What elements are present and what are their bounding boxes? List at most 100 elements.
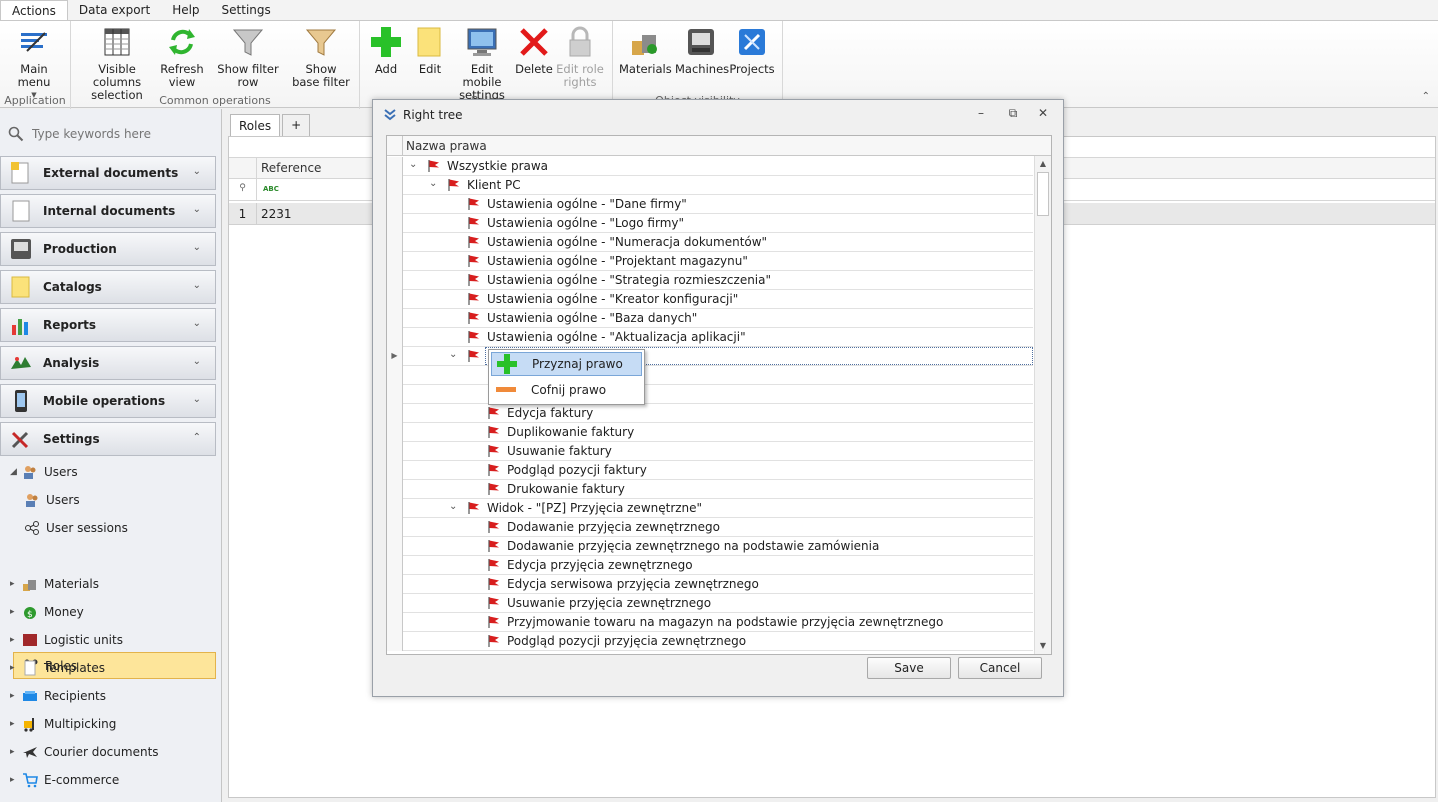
collapse-arrow-icon[interactable]: ⌄ xyxy=(429,178,437,189)
collapse-arrow-icon[interactable]: ⌄ xyxy=(449,349,457,360)
tree-row[interactable]: Ustawienia ogólne - "Logo firmy" xyxy=(387,214,1033,233)
tree-row[interactable]: Edycja faktury xyxy=(387,404,1033,423)
scroll-up-icon[interactable]: ▲ xyxy=(1035,156,1051,172)
visible-columns-button[interactable]: Visible columns selection xyxy=(79,25,155,102)
materials-button[interactable]: Materials xyxy=(619,25,672,76)
delete-button[interactable]: Delete xyxy=(514,25,554,76)
grant-right-menu-item[interactable]: Przyznaj prawo xyxy=(491,352,642,376)
tree-row[interactable]: Usuwanie faktury xyxy=(387,442,1033,461)
close-icon[interactable]: ✕ xyxy=(1035,106,1051,120)
scroll-thumb[interactable] xyxy=(1037,172,1049,216)
machines-button[interactable]: Machines xyxy=(675,25,729,76)
chevron-down-icon: ⌄ xyxy=(192,280,201,291)
module-mobile-operations[interactable]: Mobile operations ⌄ xyxy=(0,384,216,418)
tree-row[interactable]: ⌄ Klient PC xyxy=(387,176,1033,195)
collapse-arrow-icon[interactable]: ⌄ xyxy=(409,159,417,170)
tab-actions[interactable]: Actions xyxy=(0,0,68,20)
module-reports[interactable]: Reports ⌄ xyxy=(0,308,216,342)
module-internal-documents[interactable]: Internal documents ⌄ xyxy=(0,194,216,228)
tree-row[interactable]: Ustawienia ogólne - "Kreator konfiguracj… xyxy=(387,290,1033,309)
tree-row[interactable]: ⌄ Wszystkie prawa xyxy=(387,157,1033,176)
show-filter-row-button[interactable]: Show filter row xyxy=(209,25,287,89)
row-indicator xyxy=(387,309,403,328)
tree-row[interactable]: Ustawienia ogólne - "Projektant magazynu… xyxy=(387,252,1033,271)
tree-multipicking[interactable]: ▸ Multipicking xyxy=(10,711,116,737)
tree-user-sessions[interactable]: User sessions xyxy=(24,515,128,541)
tree-templates[interactable]: ▸ Templates xyxy=(10,655,105,681)
tree-row[interactable]: Drukowanie faktury xyxy=(387,480,1033,499)
revoke-right-menu-item[interactable]: Cofnij prawo xyxy=(491,378,642,402)
tree-row[interactable] xyxy=(387,366,1033,385)
tree-row[interactable]: Edycja serwisowa przyjęcia zewnętrznego xyxy=(387,575,1033,594)
tree-row[interactable]: ⌄ Widok - "[PZ] Przyjęcia zewnętrzne" xyxy=(387,499,1033,518)
edit-button[interactable]: Edit xyxy=(410,25,450,76)
refresh-view-button[interactable]: Refresh view xyxy=(159,25,205,89)
edit-mobile-settings-button[interactable]: Edit mobile settings xyxy=(452,25,512,102)
projects-button[interactable]: Projects xyxy=(729,25,775,76)
module-external-documents[interactable]: External documents ⌄ xyxy=(0,156,216,190)
tab-data-export[interactable]: Data export xyxy=(68,0,161,20)
tab-settings[interactable]: Settings xyxy=(211,0,282,20)
tree-row[interactable]: Ustawienia ogólne - "Baza danych" xyxy=(387,309,1033,328)
text-filter-icon[interactable]: ABC xyxy=(263,185,279,193)
right-tree-dialog: Right tree – ⧉ ✕ Nazwa prawa ⌄ Wszystkie … xyxy=(372,99,1064,697)
add-tab-button[interactable]: + xyxy=(282,114,311,136)
column-reference[interactable]: Reference xyxy=(261,161,321,175)
ribbon-group-object-visibility: Materials Machines Projects Object visib… xyxy=(613,21,783,109)
tree-row[interactable]: Podgląd pozycji przyjęcia zewnętrznego xyxy=(387,632,1033,651)
cancel-button[interactable]: Cancel xyxy=(958,657,1042,679)
ribbon-group-application: Main menu ▼ Application xyxy=(0,21,71,109)
restore-icon[interactable]: ⧉ xyxy=(1005,106,1021,121)
tree-row[interactable]: Duplikowanie faktury xyxy=(387,423,1033,442)
tree-courier-documents[interactable]: ▸ Courier documents xyxy=(10,739,159,765)
tree-recipients[interactable]: ▸ Recipients xyxy=(10,683,106,709)
row-indicator xyxy=(387,195,403,214)
tree-users[interactable]: Users xyxy=(24,487,80,513)
tree-row[interactable]: Usuwanie przyjęcia zewnętrznego xyxy=(387,594,1033,613)
dialog-titlebar: Right tree xyxy=(373,100,1063,130)
tree-row[interactable]: dania [WZ] xyxy=(387,385,1033,404)
save-button[interactable]: Save xyxy=(867,657,951,679)
module-production[interactable]: Production ⌄ xyxy=(0,232,216,266)
edit-role-rights-button[interactable]: Edit role rights xyxy=(556,25,604,89)
right-name: Ustawienia ogólne - "Kreator konfiguracj… xyxy=(487,292,739,306)
tree-row[interactable]: Ustawienia ogólne - "Aktualizacja aplika… xyxy=(387,328,1033,347)
show-base-filter-button[interactable]: Show base filter xyxy=(291,25,351,89)
module-catalogs[interactable]: Catalogs ⌄ xyxy=(0,270,216,304)
tree-row[interactable]: ▶ ⌄ xyxy=(387,347,1033,366)
rights-tree-header: Nazwa prawa xyxy=(387,136,1051,156)
module-analysis[interactable]: Analysis ⌄ xyxy=(0,346,216,380)
tree-row[interactable]: Przyjmowanie towaru na magazyn na podsta… xyxy=(387,613,1033,632)
tab-help[interactable]: Help xyxy=(161,0,210,20)
vertical-scrollbar[interactable]: ▲ ▼ xyxy=(1034,156,1051,654)
tree-money[interactable]: ▸ $ Money xyxy=(10,599,84,625)
add-button[interactable]: Add xyxy=(366,25,406,76)
tree-row[interactable]: Ustawienia ogólne - "Dane firmy" xyxy=(387,195,1033,214)
tree-row[interactable]: Podgląd pozycji faktury xyxy=(387,461,1033,480)
right-name: Ustawienia ogólne - "Logo firmy" xyxy=(487,216,685,230)
right-name: Przyjmowanie towaru na magazyn na podsta… xyxy=(507,615,944,629)
chevron-down-icon: ⌄ xyxy=(192,242,201,253)
tree-row[interactable]: Dodawanie przyjęcia zewnętrznego na pods… xyxy=(387,537,1033,556)
tree-materials[interactable]: ▸ Materials xyxy=(10,571,99,597)
tree-row[interactable]: Ustawienia ogólne - "Numeracja dokumentó… xyxy=(387,233,1033,252)
main-menu-button[interactable]: Main menu ▼ xyxy=(4,25,64,102)
collapse-arrow-icon[interactable]: ⌄ xyxy=(449,501,457,512)
tree-logistic-units[interactable]: ▸ Logistic units xyxy=(10,627,123,653)
tree-row[interactable]: Edycja przyjęcia zewnętrznego xyxy=(387,556,1033,575)
reference-cell[interactable]: 2231 xyxy=(261,207,292,221)
chevron-down-icon: ⌄ xyxy=(192,356,201,367)
tree-users-group[interactable]: ◢ Users xyxy=(10,459,78,485)
column-nazwa-prawa[interactable]: Nazwa prawa xyxy=(406,139,487,153)
minimize-icon[interactable]: – xyxy=(973,106,989,120)
tree-row[interactable]: Ustawienia ogólne - "Strategia rozmieszc… xyxy=(387,271,1033,290)
tree-e-commerce[interactable]: ▸ E-commerce xyxy=(10,767,119,793)
collapse-ribbon-icon[interactable]: ⌃ xyxy=(1422,91,1430,102)
padlock-icon xyxy=(563,25,597,59)
chevrons-down-icon xyxy=(383,108,397,122)
tab-roles[interactable]: Roles xyxy=(230,114,281,136)
scroll-down-icon[interactable]: ▼ xyxy=(1035,638,1051,654)
search-input[interactable] xyxy=(32,127,212,141)
module-settings[interactable]: Settings ⌃ xyxy=(0,422,216,456)
tree-row[interactable]: Dodawanie przyjęcia zewnętrznego xyxy=(387,518,1033,537)
